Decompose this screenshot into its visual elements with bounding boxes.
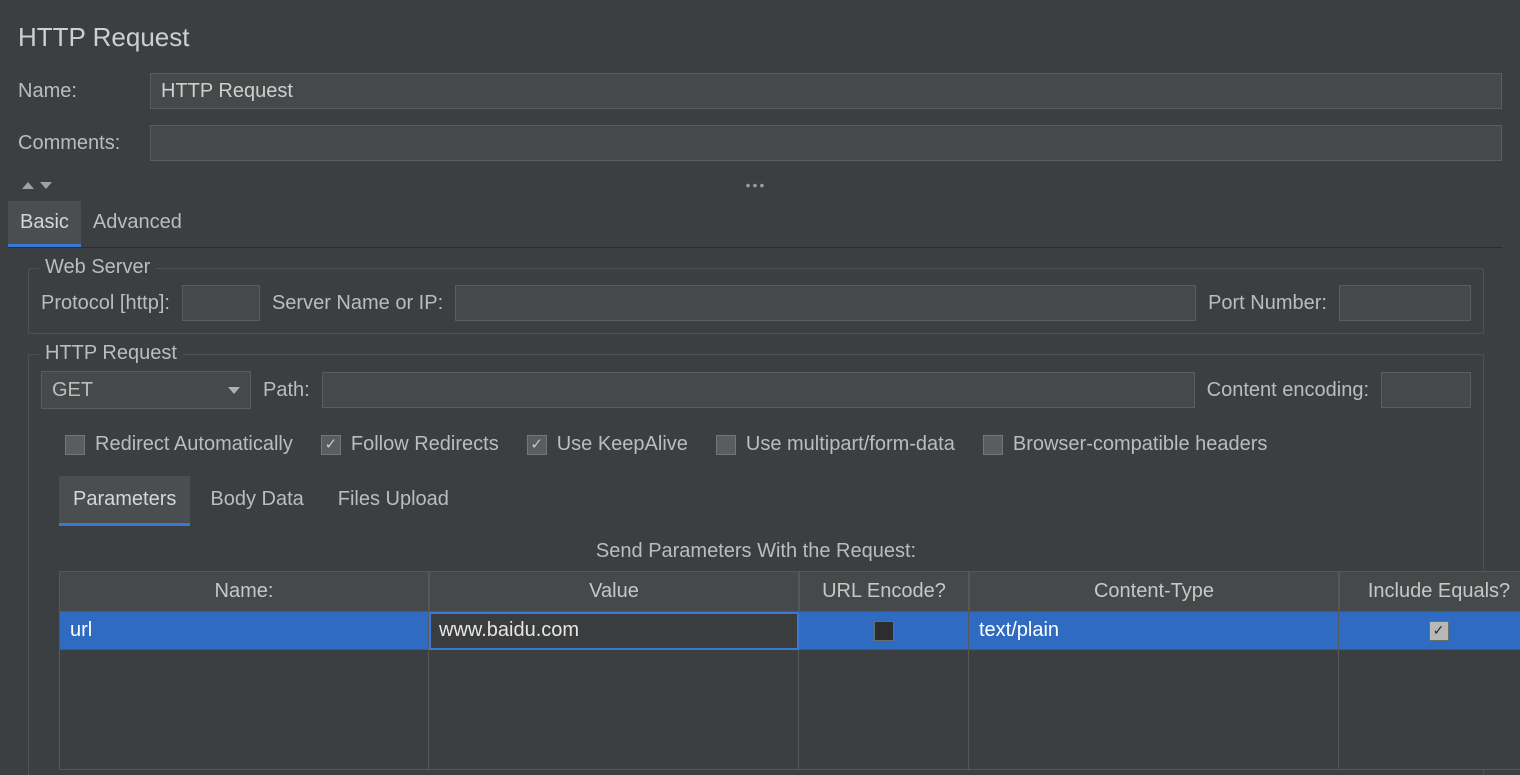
table-row[interactable]: url www.baidu.com text/plain xyxy=(59,612,1463,650)
checkbox-label: Follow Redirects xyxy=(351,433,499,456)
col-include-equals[interactable]: Include Equals? xyxy=(1339,571,1520,612)
comments-input[interactable] xyxy=(150,125,1502,161)
comments-label: Comments: xyxy=(18,132,140,155)
checkbox-browser-compat[interactable]: Browser-compatible headers xyxy=(983,433,1268,456)
page-title: HTTP Request xyxy=(18,22,1502,53)
tab-basic[interactable]: Basic xyxy=(8,201,81,247)
checkbox-label: Use KeepAlive xyxy=(557,433,688,456)
chevron-down-icon xyxy=(228,387,240,394)
checkbox-label: Redirect Automatically xyxy=(95,433,293,456)
legend-web-server: Web Server xyxy=(39,256,156,279)
inner-tabbar: Parameters Body Data Files Upload xyxy=(59,476,1471,526)
checkbox-icon xyxy=(716,435,736,455)
checkbox-label: Use multipart/form-data xyxy=(746,433,955,456)
chevron-up-icon xyxy=(22,182,34,189)
method-value: GET xyxy=(52,379,93,402)
checkbox-icon xyxy=(527,435,547,455)
checkbox-label: Browser-compatible headers xyxy=(1013,433,1268,456)
encoding-label: Content encoding: xyxy=(1207,379,1369,402)
col-name[interactable]: Name: xyxy=(59,571,429,612)
parameters-table: Name: Value URL Encode? Content-Type Inc… xyxy=(59,571,1463,770)
checkbox-icon xyxy=(321,435,341,455)
path-input[interactable] xyxy=(322,372,1195,408)
chevron-down-icon xyxy=(40,182,52,189)
cell-content-type[interactable]: text/plain xyxy=(969,612,1339,650)
checkbox-multipart[interactable]: Use multipart/form-data xyxy=(716,433,955,456)
server-label: Server Name or IP: xyxy=(272,292,443,315)
params-section-title: Send Parameters With the Request: xyxy=(41,540,1471,563)
path-label: Path: xyxy=(263,379,310,402)
tab-parameters[interactable]: Parameters xyxy=(59,476,190,526)
cell-name[interactable]: url xyxy=(59,612,429,650)
protocol-input[interactable] xyxy=(182,285,260,321)
cell-value[interactable]: www.baidu.com xyxy=(429,612,799,650)
table-empty-area[interactable] xyxy=(59,650,1463,770)
cell-url-encode[interactable] xyxy=(799,612,969,650)
tab-body-data[interactable]: Body Data xyxy=(196,476,317,526)
splitter-handle[interactable]: ••• xyxy=(10,177,1502,193)
group-web-server: Web Server Protocol [http]: Server Name … xyxy=(28,268,1484,334)
tab-files-upload[interactable]: Files Upload xyxy=(324,476,463,526)
main-tabbar: Basic Advanced xyxy=(8,201,1502,248)
cell-include-equals[interactable] xyxy=(1339,612,1520,650)
checkbox-icon xyxy=(983,435,1003,455)
group-http-request: HTTP Request GET Path: Content encoding:… xyxy=(28,354,1484,775)
col-url-encode[interactable]: URL Encode? xyxy=(799,571,969,612)
legend-http-request: HTTP Request xyxy=(39,342,183,365)
checkbox-keepalive[interactable]: Use KeepAlive xyxy=(527,433,688,456)
checkbox-icon xyxy=(1429,621,1449,641)
name-input[interactable] xyxy=(150,73,1502,109)
encoding-input[interactable] xyxy=(1381,372,1471,408)
method-select[interactable]: GET xyxy=(41,371,251,409)
port-input[interactable] xyxy=(1339,285,1471,321)
checkbox-follow-redirects[interactable]: Follow Redirects xyxy=(321,433,499,456)
tab-advanced[interactable]: Advanced xyxy=(81,201,194,247)
col-value[interactable]: Value xyxy=(429,571,799,612)
checkbox-icon xyxy=(874,621,894,641)
server-input[interactable] xyxy=(455,285,1196,321)
name-label: Name: xyxy=(18,80,140,103)
grip-icon: ••• xyxy=(746,181,767,189)
port-label: Port Number: xyxy=(1208,292,1327,315)
checkbox-icon xyxy=(65,435,85,455)
col-content-type[interactable]: Content-Type xyxy=(969,571,1339,612)
checkbox-redirect-auto[interactable]: Redirect Automatically xyxy=(65,433,293,456)
protocol-label: Protocol [http]: xyxy=(41,292,170,315)
